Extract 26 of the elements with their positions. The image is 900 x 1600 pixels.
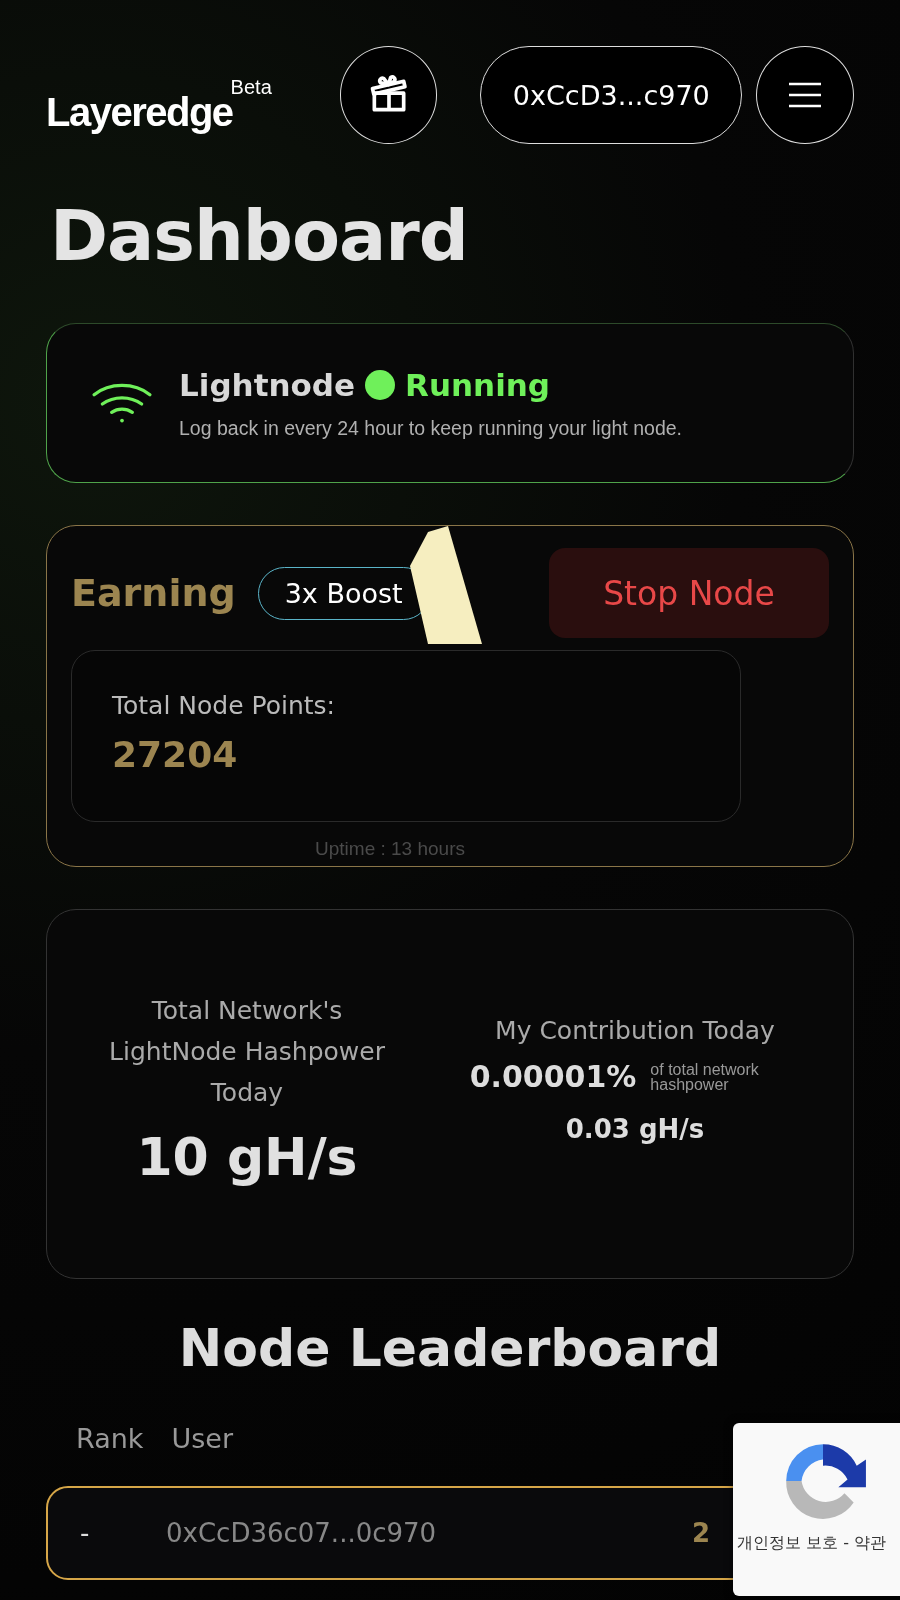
page-title: Dashboard: [50, 201, 469, 271]
wifi-icon: [91, 382, 153, 424]
hashpower-value: 10 gH/s: [135, 1127, 359, 1187]
column-header: User: [171, 1423, 233, 1455]
rank-cell-text: -: [80, 1518, 91, 1549]
column-header: Rank: [76, 1423, 144, 1455]
wallet-address-button[interactable]: 0xCcD3...c970: [480, 46, 743, 144]
node-name: Lightnode: [179, 366, 356, 403]
points-cell: 2: [691, 1518, 710, 1549]
contribution-share: 0.00001%: [469, 1059, 637, 1094]
share-note: of total network hashpower: [650, 1061, 760, 1092]
uptime-text: Uptime : 13 hours: [314, 838, 466, 860]
earning-title: Earning: [71, 571, 236, 615]
menu-icon: [787, 81, 824, 109]
leaderboard-title: Node Leaderboard: [177, 1317, 723, 1380]
points-label: Total Node Points:: [112, 691, 337, 720]
stop-node-button[interactable]: Stop Node: [549, 548, 829, 638]
beta-label: Beta: [230, 75, 272, 98]
points-value: 27204: [112, 734, 239, 775]
contribution-rate: 0.03 gH/s: [564, 1114, 706, 1144]
user-cell: 0xCcD36c07...0c970: [166, 1518, 437, 1549]
contribution-label: My Contribution Today: [494, 1015, 776, 1047]
status-note: Log back in every 24 hour to keep running your light node.: [179, 416, 682, 440]
logo[interactable]: Layeredge: [46, 89, 233, 135]
status-label: Running: [405, 366, 550, 403]
hashpower-label: Total Network's LightNode Hashpower Today: [108, 995, 386, 1109]
